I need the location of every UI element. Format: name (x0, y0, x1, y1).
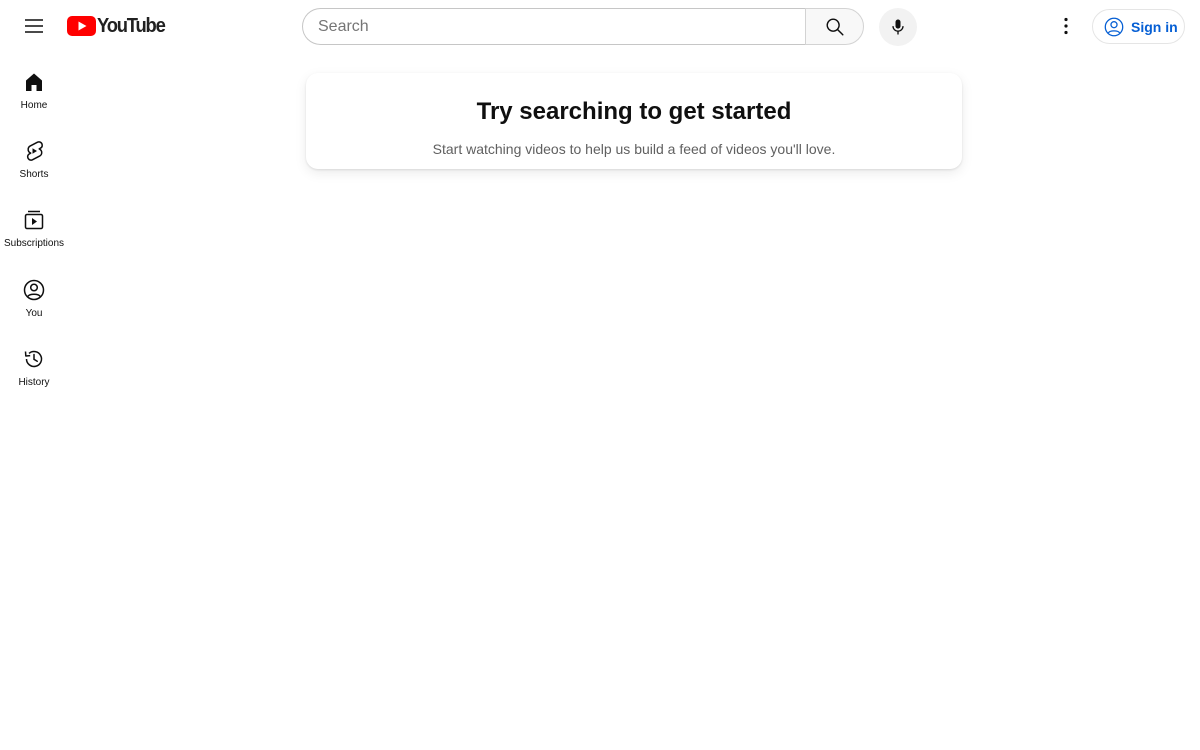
you-icon (23, 279, 45, 301)
shorts-icon (26, 141, 43, 161)
sidebar-item-label: Shorts (19, 169, 49, 180)
history-icon (24, 350, 43, 368)
settings-more-button[interactable] (1046, 6, 1086, 46)
sidebar-item-history[interactable]: History (4, 333, 64, 399)
guide-menu-button[interactable] (14, 6, 54, 46)
sidebar-item-label: History (18, 377, 50, 388)
sidebar-item-label: Home (20, 100, 48, 111)
prompt-title: Try searching to get started (476, 98, 792, 125)
sidebar-item-shorts[interactable]: Shorts (4, 125, 64, 191)
home-icon (26, 73, 42, 91)
microphone-icon (892, 19, 904, 35)
masthead: YouTube Sign in (0, 0, 1200, 56)
sidebar-item-label: Subscriptions (3, 238, 65, 249)
prompt-subtitle: Start watching videos to help us build a… (432, 141, 836, 157)
sign-in-label: Sign in (1131, 18, 1178, 35)
youtube-play-logo-icon (67, 16, 96, 36)
empty-feed-prompt-card: Try searching to get started Start watch… (306, 73, 962, 169)
sidebar-item-home[interactable]: Home (4, 56, 64, 122)
hamburger-menu-icon (25, 19, 43, 33)
sidebar-item-you[interactable]: You (4, 264, 64, 330)
search-input[interactable] (318, 9, 805, 44)
sidebar-item-label: You (25, 308, 43, 319)
youtube-logo-text: YouTube (97, 15, 166, 37)
account-circle-icon (1104, 17, 1124, 36)
search-icon (826, 18, 844, 36)
sidebar-item-subscriptions[interactable]: Subscriptions (4, 194, 64, 260)
search-button[interactable] (805, 8, 864, 45)
sign-in-button[interactable]: Sign in (1092, 9, 1185, 44)
search-box (302, 8, 805, 45)
youtube-logo[interactable]: YouTube (67, 16, 170, 36)
voice-search-button[interactable] (879, 8, 917, 46)
more-vertical-icon (1064, 17, 1068, 35)
subscriptions-icon (24, 210, 44, 230)
